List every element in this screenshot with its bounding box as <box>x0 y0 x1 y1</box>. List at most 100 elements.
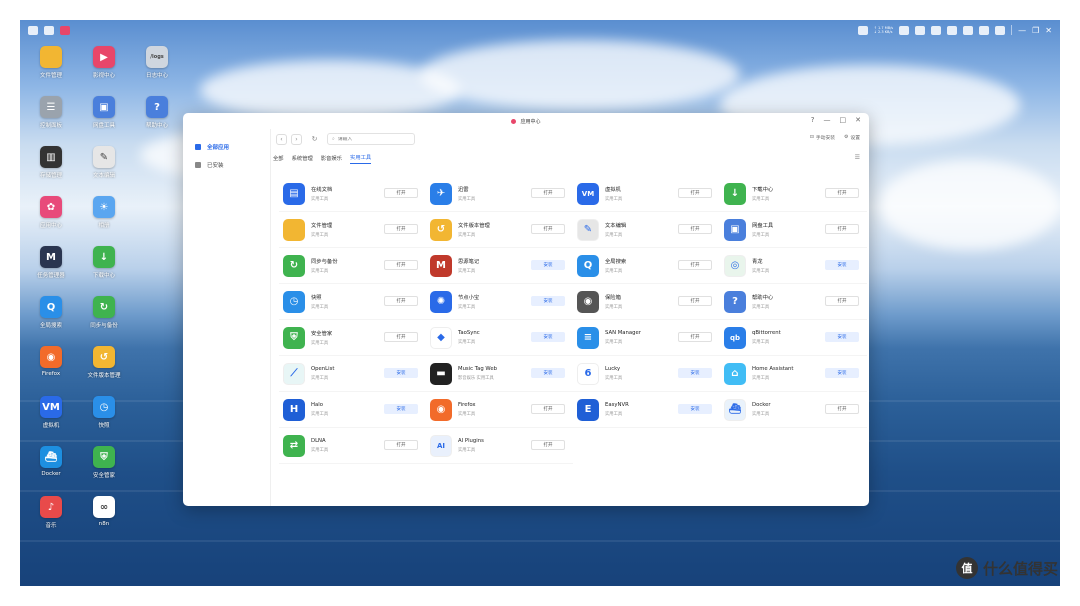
open-button[interactable]: 打开 <box>384 224 418 234</box>
network-icon[interactable] <box>857 25 868 35</box>
app-card[interactable]: H Halo 实用工具 安装 <box>279 392 426 428</box>
open-button[interactable]: 打开 <box>531 404 565 414</box>
open-button[interactable]: 打开 <box>531 440 565 450</box>
minimize-icon[interactable]: — <box>824 116 831 124</box>
open-button[interactable]: 打开 <box>531 224 565 234</box>
desktop-app-icon[interactable]: 文件管理 <box>23 46 79 79</box>
search-icon[interactable] <box>979 25 990 35</box>
app-card[interactable]: 6 Lucky 实用工具 安装 <box>573 356 720 392</box>
open-button[interactable]: 打开 <box>384 332 418 342</box>
open-button[interactable]: 打开 <box>384 188 418 198</box>
desktop-app-icon[interactable]: ? 帮助中心 <box>129 96 185 129</box>
forward-button[interactable]: › <box>291 133 302 145</box>
install-button[interactable]: 安装 <box>384 404 418 414</box>
app-card[interactable]: ✺ 节点小宝 实用工具 安装 <box>426 284 573 320</box>
open-button[interactable]: 打开 <box>678 188 712 198</box>
desktop-icon[interactable] <box>28 25 38 35</box>
open-button[interactable]: 打开 <box>384 260 418 270</box>
install-button[interactable]: 安装 <box>384 368 418 378</box>
desktop-app-icon[interactable]: ☰ 控制面板 <box>23 96 79 129</box>
open-button[interactable]: 打开 <box>825 224 859 234</box>
open-button[interactable]: 打开 <box>825 404 859 414</box>
desktop-app-icon[interactable]: ✿ 应用中心 <box>23 196 79 229</box>
app-card[interactable]: M 思源笔记 实用工具 安装 <box>426 248 573 284</box>
app-card[interactable]: ✈ 迅雷 实用工具 打开 <box>426 176 573 212</box>
tab-system[interactable]: 系统管理 <box>292 154 313 164</box>
desktop-app-icon[interactable]: Q 全局搜索 <box>23 296 79 329</box>
app-card[interactable]: ⛴ Docker 实用工具 打开 <box>720 392 867 428</box>
desktop-app-icon[interactable]: VM 虚拟机 <box>23 396 79 429</box>
install-button[interactable]: 安装 <box>531 260 565 270</box>
search-input[interactable] <box>337 136 408 142</box>
help-icon[interactable]: ? <box>811 116 815 124</box>
printer-icon[interactable] <box>915 25 926 35</box>
app-card[interactable]: ⇄ DLNA 实用工具 打开 <box>279 428 426 464</box>
app-card[interactable]: ⌂ Home Assistant 实用工具 安装 <box>720 356 867 392</box>
restore-icon[interactable]: ❐ <box>1032 26 1039 35</box>
widget-icon[interactable] <box>899 25 910 35</box>
app-center-taskbar-icon[interactable] <box>60 25 70 35</box>
desktop-app-icon[interactable]: ↓ 下载中心 <box>76 246 132 279</box>
open-button[interactable]: 打开 <box>678 296 712 306</box>
install-button[interactable]: 安装 <box>678 368 712 378</box>
install-button[interactable]: 安装 <box>531 368 565 378</box>
install-button[interactable]: 安装 <box>531 296 565 306</box>
bell-icon[interactable] <box>963 25 974 35</box>
list-view-icon[interactable]: ☰ <box>855 154 860 161</box>
app-card[interactable]: 文件管理 实用工具 打开 <box>279 212 426 248</box>
app-grid-icon[interactable] <box>44 25 54 35</box>
close-icon[interactable]: ✕ <box>855 116 861 124</box>
desktop-app-icon[interactable]: M 任务管理器 <box>23 246 79 279</box>
app-card[interactable]: AI AI Plugins 实用工具 打开 <box>426 428 573 464</box>
app-card[interactable]: Q 全局搜索 实用工具 打开 <box>573 248 720 284</box>
open-button[interactable]: 打开 <box>531 188 565 198</box>
desktop-app-icon[interactable]: ▣ 网盘工具 <box>76 96 132 129</box>
minimize-all-icon[interactable]: — <box>1018 26 1026 35</box>
app-card[interactable]: E EasyNVR 实用工具 安装 <box>573 392 720 428</box>
refresh-button[interactable]: ↻ <box>309 134 320 145</box>
desktop-app-icon[interactable]: ↻ 同步与备份 <box>76 296 132 329</box>
manual-install-button[interactable]: ⊡ 手动安装 <box>810 134 835 141</box>
app-card[interactable]: ◉ 保险箱 实用工具 打开 <box>573 284 720 320</box>
open-button[interactable]: 打开 <box>678 260 712 270</box>
app-card[interactable]: ✎ 文本编辑 实用工具 打开 <box>573 212 720 248</box>
install-button[interactable]: 安装 <box>531 332 565 342</box>
app-card[interactable]: ⛨ 安全管家 实用工具 打开 <box>279 320 426 356</box>
app-card[interactable]: ? 帮助中心 实用工具 打开 <box>720 284 867 320</box>
install-button[interactable]: 安装 <box>678 404 712 414</box>
desktop-app-icon[interactable]: /logs 日志中心 <box>129 46 185 79</box>
settings-button[interactable]: ⚙ 设置 <box>844 134 860 141</box>
desktop-app-icon[interactable]: ◷ 快照 <box>76 396 132 429</box>
desktop-app-icon[interactable]: ∞ n8n <box>76 496 132 527</box>
app-card[interactable]: ▤ 在线文档 实用工具 打开 <box>279 176 426 212</box>
desktop-app-icon[interactable]: ⛴ Docker <box>23 446 79 477</box>
window-titlebar[interactable]: 应用中心 ? — □ ✕ <box>183 113 869 129</box>
app-card[interactable]: ≡ SAN Manager 实用工具 打开 <box>573 320 720 356</box>
back-button[interactable]: ‹ <box>276 133 287 145</box>
app-card[interactable]: ▣ 网盘工具 实用工具 打开 <box>720 212 867 248</box>
tab-media[interactable]: 影音娱乐 <box>321 154 342 164</box>
app-card[interactable]: ↺ 文件版本管理 实用工具 打开 <box>426 212 573 248</box>
sidebar-item-all-apps[interactable]: 全部应用 <box>183 138 270 156</box>
tab-all[interactable]: 全部 <box>273 154 284 164</box>
install-button[interactable]: 安装 <box>825 368 859 378</box>
app-card[interactable]: qb qBittorrent 实用工具 安装 <box>720 320 867 356</box>
desktop-app-icon[interactable]: ✎ 文本编辑 <box>76 146 132 179</box>
app-card[interactable]: ⟋ OpenList 实用工具 安装 <box>279 356 426 392</box>
open-button[interactable]: 打开 <box>678 224 712 234</box>
open-button[interactable]: 打开 <box>825 296 859 306</box>
app-card[interactable]: ↓ 下载中心 实用工具 打开 <box>720 176 867 212</box>
open-button[interactable]: 打开 <box>825 188 859 198</box>
notes-icon[interactable] <box>931 25 942 35</box>
desktop-app-icon[interactable]: ◉ Firefox <box>23 346 79 377</box>
task-icon[interactable] <box>947 25 958 35</box>
open-button[interactable]: 打开 <box>384 440 418 450</box>
user-icon[interactable] <box>995 25 1006 35</box>
app-card[interactable]: ◉ Firefox 实用工具 打开 <box>426 392 573 428</box>
app-card[interactable]: ◎ 青龙 实用工具 安装 <box>720 248 867 284</box>
app-card[interactable]: ↻ 同步与备份 实用工具 打开 <box>279 248 426 284</box>
open-button[interactable]: 打开 <box>678 332 712 342</box>
open-button[interactable]: 打开 <box>384 296 418 306</box>
desktop-app-icon[interactable]: ⛨ 安全管家 <box>76 446 132 479</box>
app-card[interactable]: ▬ Music Tag Web 影音娱乐 实用工具 安装 <box>426 356 573 392</box>
